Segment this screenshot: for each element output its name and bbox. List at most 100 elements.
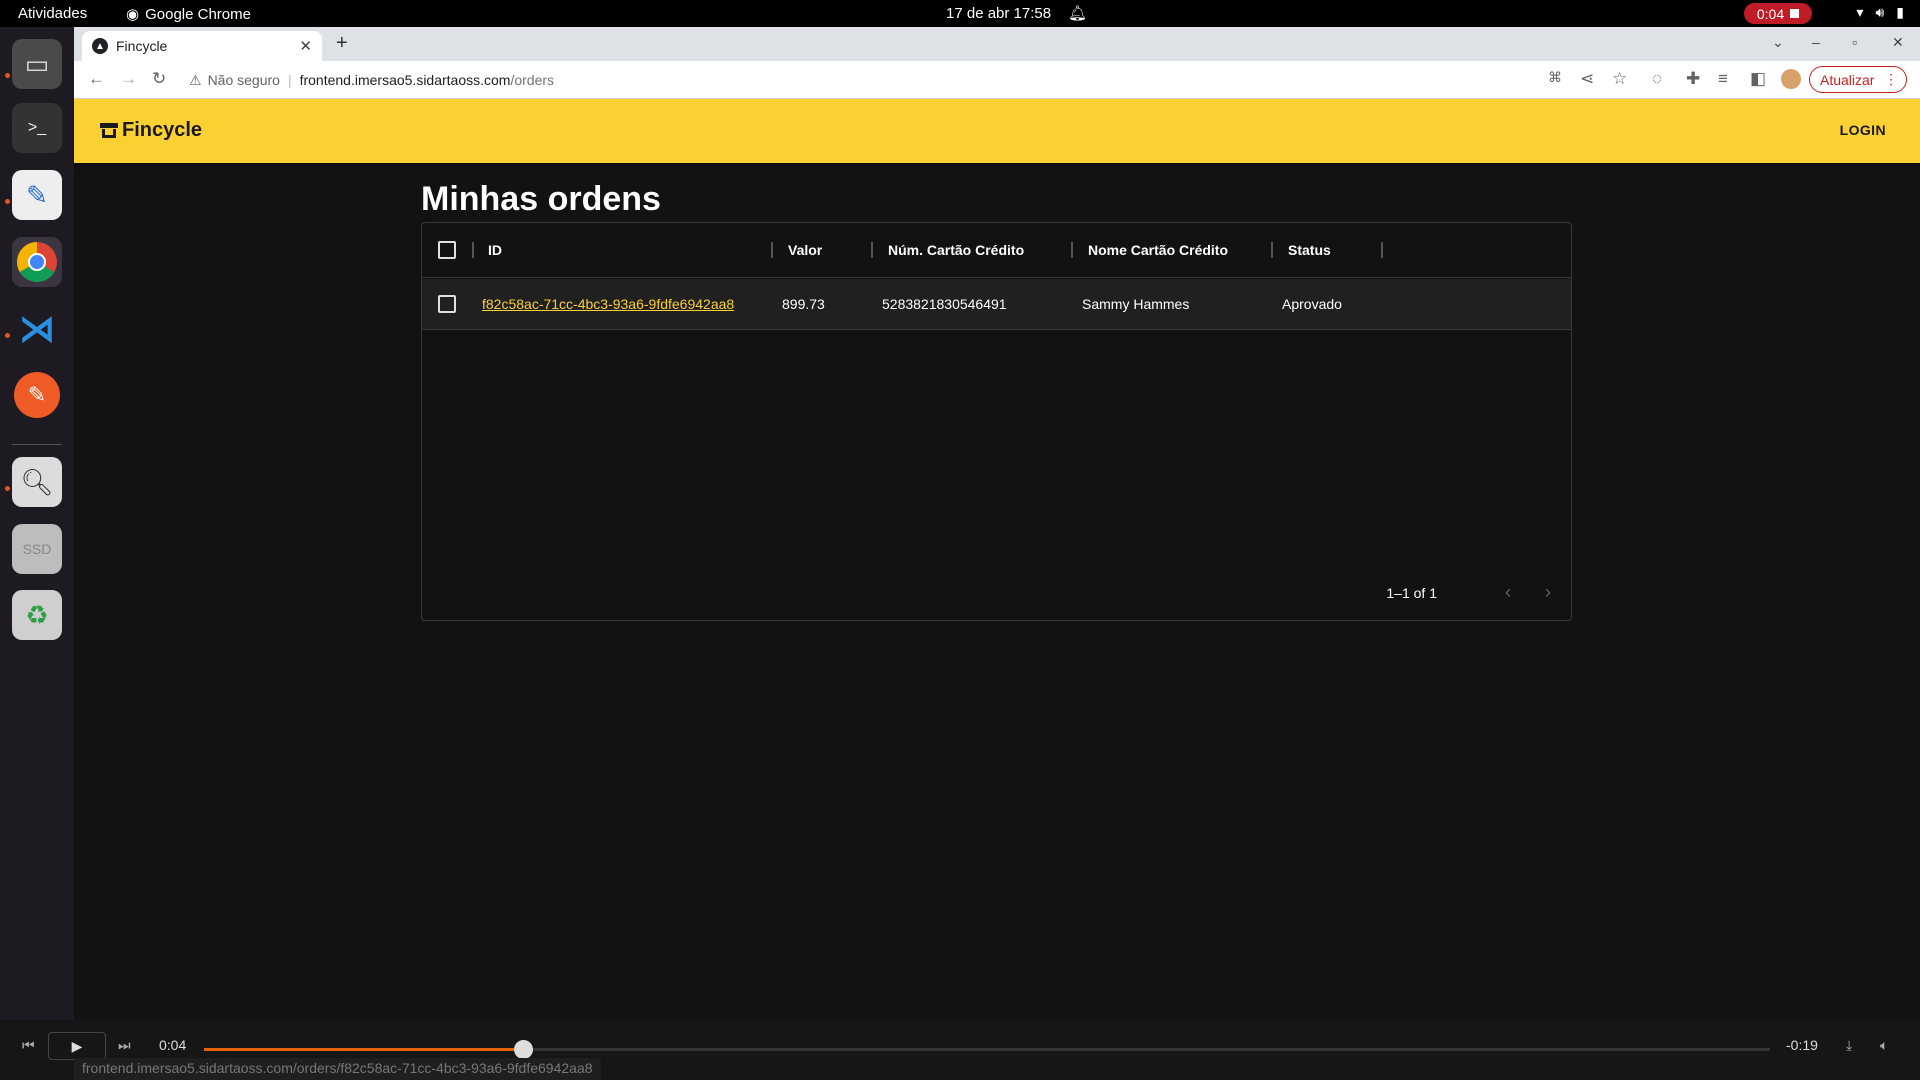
reload-icon[interactable]: ↻ [152,69,166,89]
column-header-nome-cartao[interactable]: Nome Cartão Crédito [1088,242,1228,258]
login-button[interactable]: LOGIN [1840,122,1886,138]
table-header: ID Valor Núm. Cartão Crédito Nome Cartão… [422,223,1571,278]
volume-icon: 🔊︎ [1875,4,1885,20]
close-window-icon[interactable]: ✕ [1892,34,1904,51]
wifi-icon: ▾ [1856,4,1864,20]
forward-icon[interactable]: → [120,69,137,89]
brand-name: Fincycle [122,119,203,141]
tab-title: Fincycle [116,38,168,54]
seek-bar[interactable] [204,1040,1770,1059]
favicon-icon: ▲ [92,38,108,54]
url-host: frontend.imersao5.sidartaoss.com [299,72,511,88]
browser-toolbar: ← → ↻ ⚠ Não seguro | frontend.imersao5.s… [74,61,1920,99]
remaining-time: -0:19 [1786,1037,1818,1053]
tab-search-icon[interactable]: ⌄ [1772,34,1784,51]
text-editor-app-icon[interactable]: ✎ [12,170,62,220]
order-id-link[interactable]: f82c58ac-71cc-4bc3-93a6-9fdfe6942aa8 [482,296,734,312]
skip-back-icon[interactable]: ⏮ [22,1037,35,1054]
app-bar: Fincycle LOGIN [74,99,1920,163]
page-title: Minhas ordens [421,180,661,218]
chrome-logo-icon [17,242,57,282]
running-indicator [5,73,10,78]
ssd-drive-icon[interactable]: SSD [12,524,62,574]
address-bar[interactable]: ⚠ Não seguro | frontend.imersao5.sidarta… [189,66,1579,94]
running-indicator [5,486,10,491]
share-icon[interactable]: ⋖ [1580,69,1594,89]
column-header-status[interactable]: Status [1288,242,1331,258]
back-icon[interactable]: ← [88,69,105,89]
chrome-icon: ◉ [126,6,140,23]
extension-icon[interactable]: ◌ [1652,69,1662,89]
profile-avatar[interactable] [1781,69,1801,89]
vscode-app-icon[interactable]: ⋊ [12,304,62,354]
column-separator[interactable] [1071,242,1073,258]
update-button[interactable]: Atualizar ⋮ [1809,66,1907,93]
tab-fincycle[interactable]: ▲ Fincycle ✕ [82,31,322,61]
column-separator[interactable] [1381,242,1383,258]
url-path: /orders [510,72,555,88]
translate-icon[interactable]: ⌘ [1548,69,1562,86]
column-header-id[interactable]: ID [488,242,502,258]
stop-icon [1790,9,1800,18]
terminal-app-icon[interactable]: >_ [12,103,62,153]
store-icon [100,123,118,138]
column-separator[interactable] [871,242,873,258]
volume-icon[interactable]: 🔈︎ [1880,1037,1888,1054]
order-card-number: 5283821830546491 [882,296,1007,312]
orders-data-grid: ID Valor Núm. Cartão Crédito Nome Cartão… [421,222,1572,621]
order-status: Aprovado [1282,296,1342,312]
column-separator[interactable] [472,242,474,258]
seek-bar-progress [204,1048,524,1051]
kebab-menu-icon: ⋮ [1884,71,1898,87]
notification-bell-icon[interactable]: 🔔︎ [1068,4,1087,22]
pagination-label: 1–1 of 1 [1386,585,1437,601]
play-button[interactable]: ▶ [48,1032,106,1060]
security-label: Não seguro [207,72,280,88]
files-app-icon[interactable]: ▭ [12,39,62,89]
table-row[interactable]: f82c58ac-71cc-4bc3-93a6-9fdfe6942aa8 899… [422,279,1571,330]
system-tray[interactable]: ▾ 🔊︎ ▮ [1856,4,1904,21]
dock-separator [12,444,62,445]
column-header-numero-cartao[interactable]: Núm. Cartão Crédito [888,242,1024,258]
column-separator[interactable] [771,242,773,258]
status-bar-url: frontend.imersao5.sidartaoss.com/orders/… [74,1058,601,1080]
ubuntu-dock: ▭ >_ ✎ ⋊ ✎ 🔍︎ SSD ♻ [0,27,74,1020]
extensions-puzzle-icon[interactable]: ✚ [1686,69,1700,89]
column-separator[interactable] [1271,242,1273,258]
skip-forward-icon[interactable]: ⏭ [118,1037,131,1054]
trash-icon[interactable]: ♻ [12,590,62,640]
close-tab-icon[interactable]: ✕ [299,37,312,55]
tab-strip: ▲ Fincycle ✕ + ⌄ – ▫ ✕ [74,27,1920,61]
select-all-checkbox[interactable] [438,241,456,259]
battery-icon: ▮ [1896,4,1904,20]
next-page-icon[interactable]: › [1545,582,1551,603]
media-queue-icon[interactable]: ≡ [1718,69,1728,89]
postman-app-icon[interactable]: ✎ [12,370,62,420]
row-checkbox[interactable] [438,295,456,313]
bookmark-star-icon[interactable]: ☆ [1612,69,1627,89]
seek-handle[interactable] [514,1040,534,1059]
update-label: Atualizar [1820,71,1875,88]
minimize-icon[interactable]: – [1812,34,1820,50]
postman-icon: ✎ [14,372,60,418]
running-indicator [5,333,10,338]
brand-logo[interactable]: Fincycle [100,119,202,142]
active-app-name: Google Chrome [145,5,251,23]
activities-button[interactable]: Atividades [18,5,87,22]
warning-icon: ⚠ [189,71,202,88]
image-viewer-app-icon[interactable]: 🔍︎ [12,457,62,507]
screen-recording-indicator[interactable]: 0:04 [1744,3,1812,24]
restore-icon[interactable]: ▫ [1852,34,1857,50]
column-header-valor[interactable]: Valor [788,242,822,258]
system-clock[interactable]: 17 de abr 17:58 [946,5,1051,22]
elapsed-time: 0:04 [159,1037,187,1053]
new-tab-button[interactable]: + [336,32,348,55]
recording-time: 0:04 [1756,5,1785,22]
play-icon: ▶ [71,1037,83,1054]
download-icon[interactable]: ⤓ [1846,1037,1852,1054]
chrome-app-icon[interactable] [12,237,62,287]
side-panel-icon[interactable]: ◧ [1750,69,1766,89]
order-card-name: Sammy Hammes [1082,296,1190,312]
active-app-menu[interactable]: ◉ Google Chrome [126,5,251,24]
previous-page-icon[interactable]: ‹ [1505,582,1511,603]
